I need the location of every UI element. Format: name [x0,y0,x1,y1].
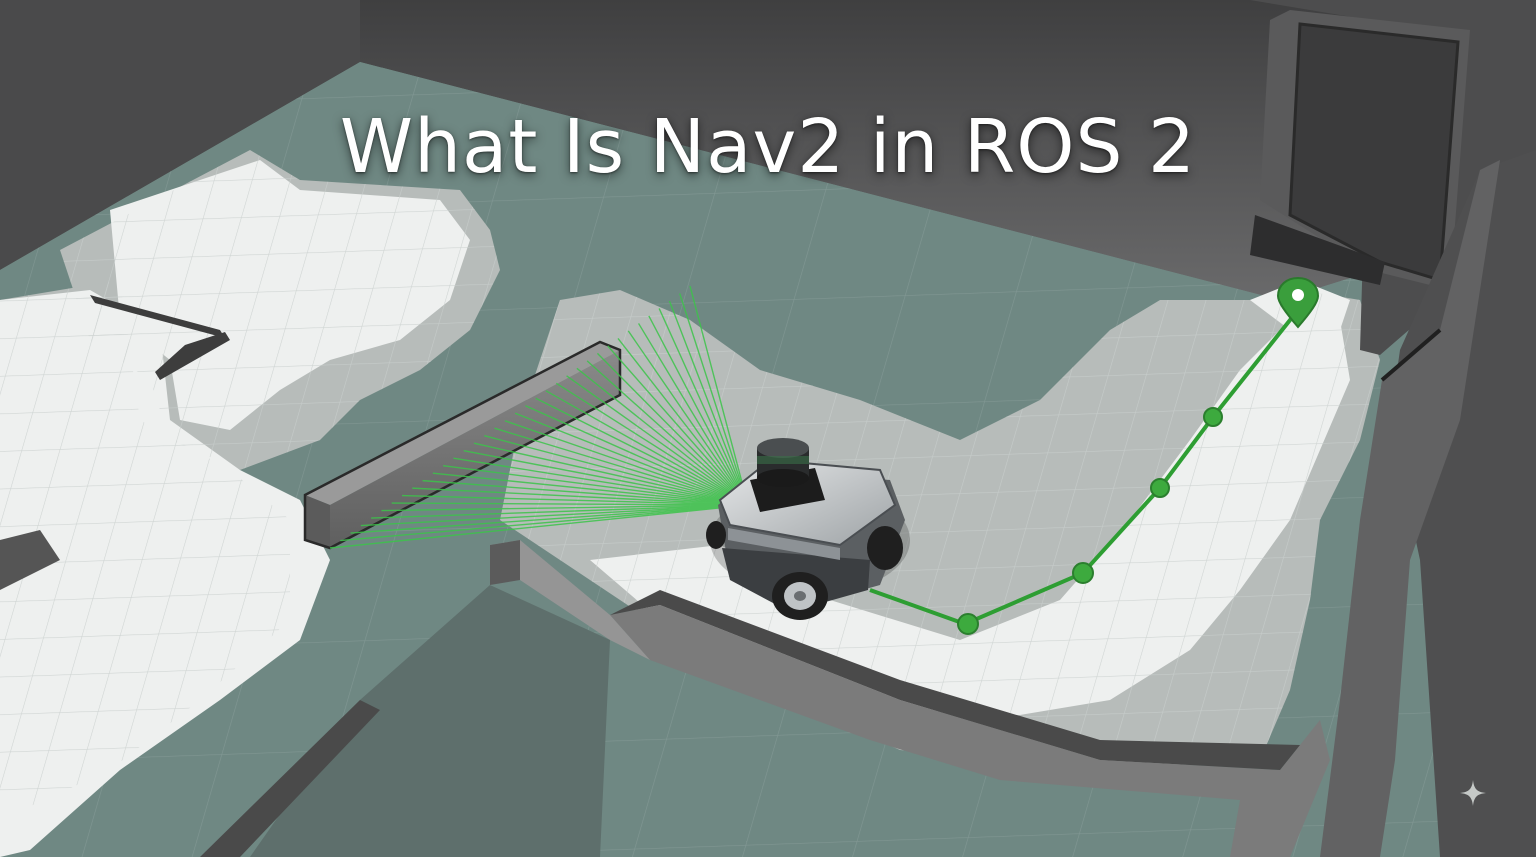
waypoint-icon [1072,562,1094,584]
nav2-scene: What Is Nav2 in ROS 2 [0,0,1536,857]
waypoint-icon [1203,407,1223,427]
sparkle-icon [1460,780,1486,806]
waypoint-icon [1150,478,1170,498]
page-title: What Is Nav2 in ROS 2 [339,104,1197,190]
robot-wheel [772,572,828,620]
waypoint-icon [957,613,979,635]
